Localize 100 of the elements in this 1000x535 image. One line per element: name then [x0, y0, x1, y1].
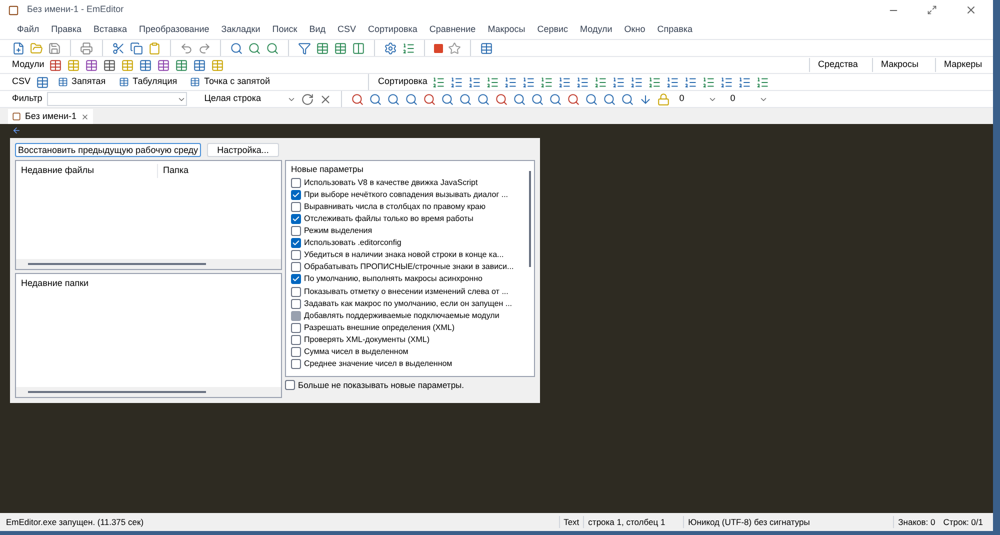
search-icon[interactable]: [266, 42, 279, 54]
filter-option-icon[interactable]: [441, 92, 454, 106]
filter-option-icon[interactable]: [351, 92, 364, 106]
number-dropdown[interactable]: 0: [675, 92, 722, 106]
menu-item[interactable]: CSV: [332, 22, 361, 36]
toolbar-tab[interactable]: Маркеры: [935, 58, 993, 72]
sort-icon[interactable]: [666, 76, 680, 88]
sort-icon[interactable]: [720, 76, 734, 88]
checkbox[interactable]: [291, 298, 301, 309]
checkbox[interactable]: [291, 274, 301, 284]
sort-icon[interactable]: [432, 76, 446, 88]
sort-icon[interactable]: [612, 76, 626, 88]
filter-option-icon[interactable]: [621, 92, 634, 106]
menu-item[interactable]: Поиск: [267, 22, 302, 36]
sort-icon[interactable]: [504, 76, 518, 88]
menu-item[interactable]: Файл: [12, 22, 44, 36]
sort-icon[interactable]: [702, 76, 716, 88]
filter-option-icon[interactable]: [495, 92, 508, 106]
toolbar-tab[interactable]: Средства: [809, 58, 867, 72]
document-tab[interactable]: Без имени-1: [8, 109, 93, 124]
filter-option-icon[interactable]: [603, 92, 616, 106]
sort-icon[interactable]: [558, 76, 572, 88]
checkbox[interactable]: [291, 359, 301, 370]
checkbox[interactable]: [291, 190, 301, 200]
copy-icon[interactable]: [130, 42, 143, 54]
menu-item[interactable]: Сравнение: [424, 22, 481, 36]
save-icon[interactable]: [48, 42, 61, 54]
checkbox[interactable]: [291, 322, 301, 333]
menu-item[interactable]: Справка: [652, 22, 698, 36]
sort-icon[interactable]: [450, 76, 464, 88]
filter-option-icon[interactable]: [531, 92, 544, 106]
plugin-icon[interactable]: [49, 58, 62, 72]
checkbox[interactable]: [291, 214, 301, 224]
csv-button[interactable]: Точка с запятой: [186, 75, 274, 89]
close-icon[interactable]: [319, 92, 332, 106]
back-arrow-icon[interactable]: [12, 126, 21, 135]
menu-item[interactable]: Сортировка: [363, 22, 422, 36]
menu-item[interactable]: Вид: [304, 22, 330, 36]
undo-icon[interactable]: [180, 42, 193, 54]
filter-option-icon[interactable]: [567, 92, 580, 106]
search-icon[interactable]: [248, 42, 261, 54]
redo-icon[interactable]: [198, 42, 211, 54]
menu-item[interactable]: Закладки: [216, 22, 266, 36]
checkbox[interactable]: [285, 380, 295, 390]
close-icon[interactable]: [965, 4, 977, 16]
plugin-icon[interactable]: [139, 58, 152, 72]
menu-item[interactable]: Вставка: [88, 22, 132, 36]
checkbox[interactable]: [291, 262, 301, 272]
filter-option-icon[interactable]: [423, 92, 436, 106]
filter-option-icon[interactable]: [477, 92, 490, 106]
settings-icon[interactable]: [384, 42, 397, 54]
filter-option-icon[interactable]: [513, 92, 526, 106]
table-icon[interactable]: [334, 42, 347, 54]
column-header[interactable]: Недавние файлы: [16, 164, 158, 178]
maximize-icon[interactable]: [927, 5, 937, 15]
sort-icon[interactable]: [756, 76, 770, 88]
sort-icon[interactable]: [648, 76, 662, 88]
filter-option-icon[interactable]: [585, 92, 598, 106]
number-dropdown[interactable]: 0: [726, 92, 772, 106]
checkbox[interactable]: [291, 178, 301, 188]
plugin-icon[interactable]: [85, 58, 98, 72]
sort-icon[interactable]: [522, 76, 536, 88]
checkbox[interactable]: [291, 334, 301, 345]
menu-item[interactable]: Правка: [46, 22, 87, 36]
mode-dropdown[interactable]: Целая строка: [204, 92, 296, 106]
plugin-icon[interactable]: [157, 58, 170, 72]
plugin-icon[interactable]: [193, 58, 206, 72]
scrollbar[interactable]: [16, 259, 281, 269]
sort-icon[interactable]: [540, 76, 554, 88]
filter-option-icon[interactable]: [369, 92, 382, 106]
table-icon[interactable]: [316, 42, 329, 54]
toolbar-tab[interactable]: Макросы: [872, 58, 930, 72]
sort-icon[interactable]: [738, 76, 752, 88]
star-icon[interactable]: [448, 42, 461, 54]
search-icon[interactable]: [230, 42, 243, 54]
sort-icon[interactable]: [468, 76, 482, 88]
menu-item[interactable]: Макросы: [482, 22, 530, 36]
table-icon[interactable]: [36, 76, 49, 88]
column-header[interactable]: Папка: [158, 164, 194, 178]
sort-icon[interactable]: [594, 76, 608, 88]
sort-icon[interactable]: [486, 76, 500, 88]
filter-option-icon[interactable]: [405, 92, 418, 106]
checkbox[interactable]: [291, 286, 301, 297]
restore-button[interactable]: Восстановить предыдущую рабочую среду: [15, 143, 201, 157]
filter-option-icon[interactable]: [459, 92, 472, 106]
column-header[interactable]: Недавние папки: [16, 277, 94, 290]
sort-icon[interactable]: [684, 76, 698, 88]
menu-item[interactable]: Сервис: [532, 22, 574, 36]
checkbox[interactable]: [291, 202, 301, 212]
new-file-icon[interactable]: [12, 42, 25, 54]
close-icon[interactable]: [80, 112, 89, 120]
plugin-icon[interactable]: [175, 58, 188, 72]
csv-button[interactable]: Табуляция: [114, 75, 182, 89]
filter-option-icon[interactable]: [549, 92, 562, 106]
checkbox[interactable]: [291, 347, 301, 357]
checkbox[interactable]: [291, 310, 301, 321]
refresh-icon[interactable]: [301, 92, 314, 106]
settings-button[interactable]: Настройка...: [207, 143, 279, 157]
filter-option-icon[interactable]: [387, 92, 400, 106]
checkbox[interactable]: [291, 238, 301, 248]
